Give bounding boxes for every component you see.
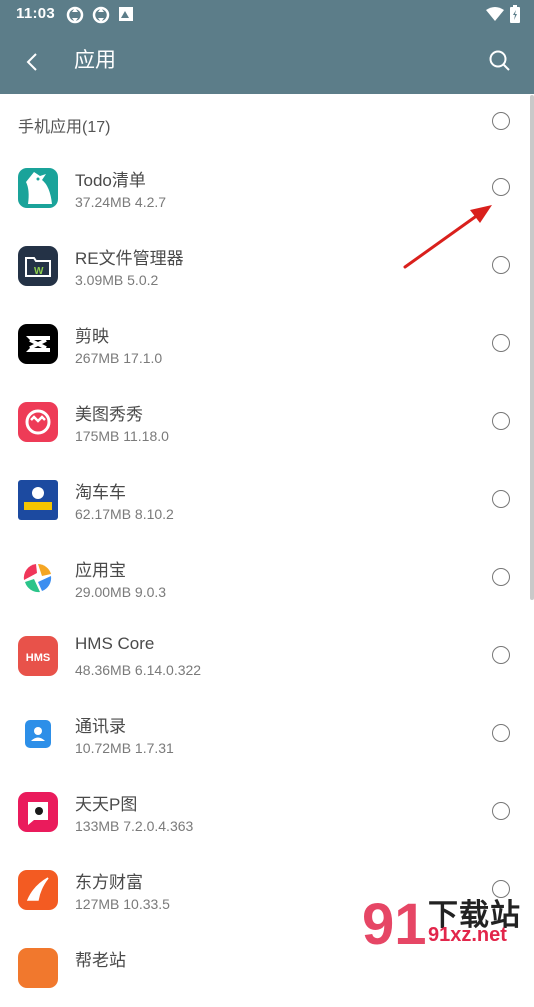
list-item[interactable]: 剪映 267MB 17.1.0 (0, 305, 534, 383)
select-radio[interactable] (492, 178, 510, 196)
app-size-version: 29.00MB 9.0.3 (75, 584, 167, 600)
partial-app-icon (18, 948, 58, 988)
app-size-version: 37.24MB 4.2.7 (75, 194, 167, 210)
contacts-icon (18, 714, 58, 754)
scrollbar[interactable] (530, 95, 534, 600)
header: 11:03 应用 (0, 0, 534, 94)
app-size-version: 62.17MB 8.10.2 (75, 506, 174, 522)
app-name: RE文件管理器 (75, 249, 184, 268)
battery-icon (510, 5, 520, 23)
section-header: 手机应用(17) (0, 94, 534, 150)
app-name: 淘车车 (75, 483, 126, 502)
eastmoney-icon (18, 870, 58, 910)
watermark-text-2: 91xz.net (428, 924, 507, 946)
app-size-version: 127MB 10.33.5 (75, 896, 170, 912)
list-item[interactable]: 通讯录 10.72MB 1.7.31 (0, 695, 534, 773)
app-name: Todo清单 (75, 171, 146, 190)
app-size-version: 10.72MB 1.7.31 (75, 740, 174, 756)
wifi-icon (486, 7, 504, 21)
status-right (486, 5, 520, 23)
list-item[interactable]: 美图秀秀 175MB 11.18.0 (0, 383, 534, 461)
list-item[interactable]: 应用宝 29.00MB 9.0.3 (0, 539, 534, 617)
search-button[interactable] (486, 47, 514, 75)
app-name: 天天P图 (75, 795, 138, 814)
hms-core-icon: HMS (18, 636, 58, 676)
taochechu-icon (18, 480, 58, 520)
status-bar: 11:03 (0, 0, 534, 30)
app-name: 东方财富 (75, 873, 143, 892)
app-name: 美图秀秀 (75, 405, 143, 424)
yingyongbao-icon (18, 558, 58, 598)
list-item[interactable]: 淘车车 62.17MB 8.10.2 (0, 461, 534, 539)
watermark: 91 下载站 91xz.net (360, 884, 534, 957)
re-file-manager-icon: W (18, 246, 58, 286)
select-radio[interactable] (492, 412, 510, 430)
app-size-version: 175MB 11.18.0 (75, 428, 169, 444)
page-title: 应用 (74, 49, 116, 72)
select-radio[interactable] (492, 724, 510, 742)
app-name: 应用宝 (75, 561, 126, 580)
sync-icon (92, 6, 110, 24)
search-icon (489, 50, 510, 71)
select-all-radio[interactable] (492, 112, 510, 130)
select-radio[interactable] (492, 568, 510, 586)
app-size-version: 133MB 7.2.0.4.363 (75, 818, 194, 834)
back-button[interactable] (18, 48, 46, 76)
select-radio[interactable] (492, 646, 510, 664)
sync-icon (66, 6, 84, 24)
status-time: 11:03 (16, 5, 56, 22)
app-name: 剪映 (75, 327, 109, 346)
list-item[interactable]: HMS HMS Core 48.36MB 6.14.0.322 (0, 617, 534, 695)
red-arrow-annotation (403, 205, 492, 269)
select-radio[interactable] (492, 802, 510, 820)
app-name: HMS Core (75, 634, 155, 653)
select-radio[interactable] (492, 490, 510, 508)
image-icon (119, 7, 133, 21)
svg-text:HMS: HMS (26, 652, 50, 664)
app-size-version: 48.36MB 6.14.0.322 (75, 662, 202, 678)
tiantian-ptu-icon (18, 792, 58, 832)
svg-text:91: 91 (362, 892, 427, 950)
section-label: 手机应用(17) (18, 119, 111, 136)
capcut-icon (18, 324, 58, 364)
app-size-version: 267MB 17.1.0 (75, 350, 163, 366)
meitu-icon (18, 402, 58, 442)
app-size-version: 3.09MB 5.0.2 (75, 272, 159, 288)
list-item[interactable]: 天天P图 133MB 7.2.0.4.363 (0, 773, 534, 851)
app-bar: 应用 (0, 30, 534, 94)
back-arrow-icon (26, 53, 37, 71)
app-name: 通讯录 (75, 717, 126, 736)
select-radio[interactable] (492, 334, 510, 352)
svg-text:W: W (34, 266, 44, 277)
notification-icons (66, 6, 134, 24)
todo-icon (18, 168, 58, 208)
